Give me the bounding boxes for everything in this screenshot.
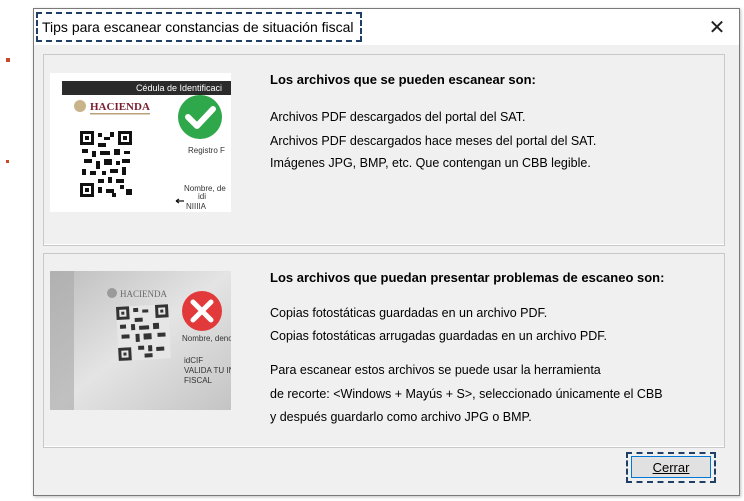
scannable-files-panel: Cédula de Identificaci HACIENDA Registro… [43, 54, 725, 246]
check-icon [178, 95, 222, 139]
background-marker [6, 58, 10, 62]
problem-heading: Los archivos que puedan presentar proble… [270, 270, 665, 285]
scannable-line: Imágenes JPG, BMP, etc. Que contengan un… [270, 156, 591, 170]
problem-document-illustration: HACIENDA Nombre, denom idCIF VALIDA TU I… [50, 271, 231, 410]
background-marker [6, 160, 9, 163]
dialog-title: Tips para escanear constancias de situac… [36, 12, 362, 42]
close-button[interactable]: ✕ [705, 15, 729, 39]
tips-dialog: Tips para escanear constancias de situac… [33, 8, 740, 496]
scannable-line: Archivos PDF descargados del portal del … [270, 110, 526, 124]
problem-files-panel: HACIENDA Nombre, denom idCIF VALIDA TU I… [43, 253, 725, 448]
close-icon: ✕ [708, 16, 726, 39]
tip-line: de recorte: <Windows + Mayús + S>, selec… [270, 387, 663, 401]
tip-line: y después guardarlo como archivo JPG o B… [270, 410, 532, 424]
background-window [0, 0, 33, 501]
field-nombre: Nombre, denom [182, 334, 231, 343]
valid-document-image: Cédula de Identificaci HACIENDA Registro… [50, 73, 231, 212]
field-fiscal: FISCAL [184, 376, 213, 385]
title-bar: Tips para escanear constancias de situac… [34, 9, 739, 45]
problem-line: Copias fotostáticas guardadas en un arch… [270, 306, 548, 320]
field-valida: VALIDA TU INF [184, 366, 231, 375]
qr-code-icon [116, 304, 171, 361]
field-idi: idi [198, 192, 206, 201]
cerrar-button[interactable]: Cerrar [631, 456, 711, 478]
problem-line: Copias fotostáticas arrugadas guardadas … [270, 329, 607, 343]
valid-document-illustration: Cédula de Identificaci HACIENDA Registro… [50, 73, 231, 212]
scannable-line: Archivos PDF descargados hace meses del … [270, 134, 597, 148]
problem-document-image: HACIENDA Nombre, denom idCIF VALIDA TU I… [50, 271, 231, 410]
field-idcif: idCIF [184, 356, 203, 365]
field-registro: Registro F [188, 146, 225, 155]
hacienda-brand: HACIENDA [90, 101, 150, 113]
scannable-heading: Los archivos que se pueden escanear son: [270, 72, 536, 87]
tip-line: Para escanear estos archivos se puede us… [270, 363, 601, 377]
doc-header-text: Cédula de Identificaci [136, 83, 222, 93]
qr-code-icon [80, 131, 132, 197]
field-nuda: NIIIIA [186, 202, 207, 211]
hacienda-brand: HACIENDA [120, 289, 167, 299]
